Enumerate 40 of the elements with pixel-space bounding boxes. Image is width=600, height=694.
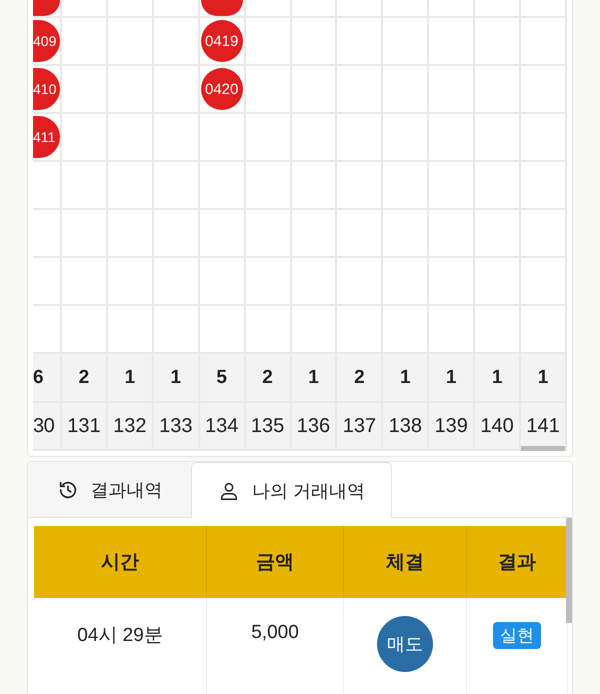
- count-cell: 2: [62, 354, 106, 403]
- count-cell: 1: [429, 354, 474, 403]
- count-cell: 2: [337, 354, 382, 403]
- trade-badge: 매도: [377, 616, 433, 672]
- count-cell: 2: [246, 354, 290, 403]
- count-cell: 1: [475, 354, 520, 403]
- result-bead: 411: [33, 116, 60, 158]
- column-number: 137: [337, 403, 382, 451]
- count-cell: 6: [33, 354, 60, 403]
- scrollbar-thumb[interactable]: [521, 446, 565, 451]
- count-cell: 1: [521, 354, 565, 403]
- result-bead: 410: [33, 68, 60, 110]
- result-bead: 0420: [200, 68, 243, 110]
- column-header: 체결: [344, 526, 466, 598]
- scrollbar-thumb[interactable]: [566, 518, 572, 623]
- column-header: 금액: [206, 526, 344, 598]
- count-cell: 1: [383, 354, 428, 403]
- count-cell: 1: [108, 354, 152, 403]
- result-bead: 0419: [200, 20, 243, 62]
- column-number: 133: [154, 403, 198, 451]
- column-number: 140: [475, 403, 520, 451]
- result-badge: 실현: [493, 622, 541, 649]
- count-cell: 5: [200, 354, 244, 403]
- column-number: 132: [108, 403, 152, 451]
- column-number: 135: [246, 403, 290, 451]
- column-header: 시간: [34, 526, 206, 598]
- tab[interactable]: 나의 거래내역: [191, 462, 392, 518]
- count-cell: 1: [292, 354, 336, 403]
- column-number: 139: [429, 403, 474, 451]
- result-bead: 409: [33, 20, 60, 62]
- column-header: 결과: [466, 526, 568, 598]
- column-number: 30: [33, 403, 60, 451]
- count-cell: 1: [154, 354, 198, 403]
- column-number: 131: [62, 403, 106, 451]
- column-number: 138: [383, 403, 428, 451]
- amount-cell: 5,000: [206, 598, 344, 694]
- tab[interactable]: 결과내역: [28, 462, 191, 518]
- time-cell: 04시 29분: [34, 598, 206, 694]
- column-number: 136: [292, 403, 336, 451]
- column-number: 134: [200, 403, 244, 451]
